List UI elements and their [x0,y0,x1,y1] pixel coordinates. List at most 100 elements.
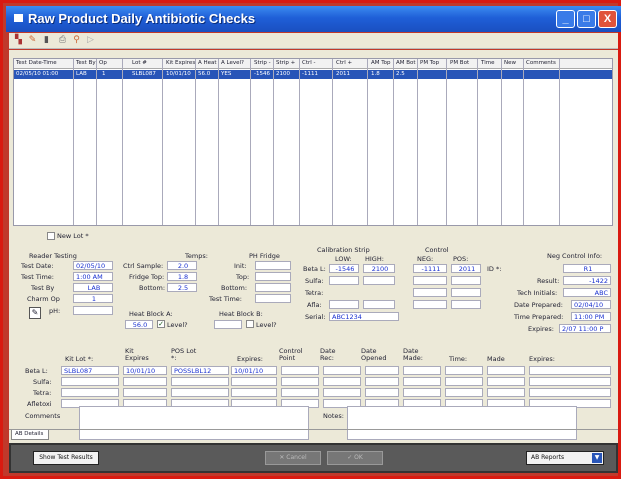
lot-cell[interactable] [403,366,441,375]
ph-test-time-field[interactable] [255,294,291,303]
col-header[interactable]: AM Top [371,60,391,66]
afla-high-field[interactable] [363,300,395,309]
test-time-field[interactable]: 1:00 AM [73,272,113,281]
lot-cell[interactable] [61,388,119,397]
expires-field[interactable]: 2/07 11:00 P [559,324,611,333]
lot-cell[interactable] [171,388,229,397]
col-header[interactable]: Lot # [132,60,147,66]
fridge-top-field[interactable]: 1.8 [167,272,197,281]
tab-ab-details[interactable]: AB Details [11,430,49,440]
lot-cell[interactable] [529,388,611,397]
low-field[interactable]: -1546 [329,264,359,273]
show-test-results-button[interactable]: Show Test Results [33,451,99,465]
beta-kit-expires-field[interactable]: 10/01/10 [123,366,167,375]
lot-cell[interactable] [403,388,441,397]
col-header[interactable]: Kit Expires [166,60,195,66]
lot-cell[interactable] [445,388,483,397]
ok-button[interactable]: ✓ OK [327,451,383,465]
afla-low-field[interactable] [329,300,359,309]
test-by-field[interactable]: LAB [73,283,113,292]
play-icon[interactable]: ▷ [85,35,96,46]
print-icon[interactable]: ⎙ [57,35,68,46]
close-button[interactable]: X [598,10,617,28]
heat-block-b-field[interactable] [214,320,242,329]
col-header[interactable]: A Level? [221,60,244,66]
new-record-icon[interactable]: ▚ [13,35,24,46]
lot-cell[interactable] [365,366,399,375]
cancel-button[interactable]: ✕ Cancel [265,451,321,465]
ph-bottom-field[interactable] [255,283,291,292]
lot-cell[interactable] [529,377,611,386]
col-header[interactable]: Test By [76,60,96,66]
lot-cell[interactable] [61,377,119,386]
col-header[interactable]: Strip - [254,60,271,66]
lot-cell[interactable] [231,388,277,397]
lot-cell[interactable] [323,366,361,375]
col-header[interactable]: AM Bot [396,60,416,66]
lot-cell[interactable] [445,377,483,386]
col-header[interactable]: Strip + [276,60,295,66]
pos-field[interactable]: 2011 [451,264,481,273]
charm-op-field[interactable]: 1 [73,294,113,303]
maximize-button[interactable]: □ [577,10,596,28]
beta-kit-lot-field[interactable]: SLBL087 [61,366,119,375]
delete-icon[interactable]: ▮ [41,35,52,46]
col-header[interactable]: A Heat [198,60,217,66]
chevron-down-icon[interactable]: ▼ [592,453,602,463]
tech-initials-field[interactable]: ABC [563,288,611,297]
afla-neg-field[interactable] [413,300,447,309]
lot-cell[interactable] [487,388,525,397]
lot-cell[interactable] [281,388,319,397]
lot-cell[interactable] [231,377,277,386]
lot-cell[interactable] [529,366,611,375]
col-header[interactable]: Comments [526,60,556,66]
lot-cell[interactable] [487,366,525,375]
lot-cell[interactable] [445,366,483,375]
lot-cell[interactable] [365,388,399,397]
col-header[interactable]: PM Top [420,60,439,66]
col-header[interactable]: Test Date-Time [16,60,57,66]
tetra-pos-field[interactable] [451,288,481,297]
sulfa-neg-field[interactable] [413,276,447,285]
col-header[interactable]: Time [481,60,494,66]
time-prepared-field[interactable]: 11:00 PM [571,312,611,321]
results-grid[interactable]: Test Date-Time Test By Op Lot # Kit Expi… [13,58,613,226]
lot-cell[interactable] [403,377,441,386]
lot-cell[interactable] [123,377,167,386]
serial-field[interactable]: ABC1234 [329,312,399,321]
tetra-neg-field[interactable] [413,288,447,297]
lot-cell[interactable] [323,377,361,386]
init-field[interactable] [255,261,291,270]
sulfa-high-field[interactable] [363,276,395,285]
date-prepared-field[interactable]: 02/04/10 [571,300,611,309]
dropper-icon[interactable]: ✎ [29,307,41,319]
high-field[interactable]: 2100 [363,264,395,273]
sulfa-low-field[interactable] [329,276,359,285]
lot-cell[interactable] [487,377,525,386]
sulfa-pos-field[interactable] [451,276,481,285]
test-date-field[interactable]: 02/05/10 [73,261,113,270]
top-field[interactable] [255,272,291,281]
beta-expires-field[interactable]: 10/01/10 [231,366,277,375]
lot-cell[interactable] [123,388,167,397]
minimize-button[interactable]: _ [556,10,575,28]
col-header[interactable]: New [504,60,516,66]
col-header[interactable]: PM Bot [450,60,469,66]
col-header[interactable]: Ctrl + [336,60,352,66]
col-header[interactable]: Op [99,60,107,66]
ctrl-sample-field[interactable]: 2.0 [167,261,197,270]
heat-block-a-field[interactable]: 56.0 [125,320,153,329]
new-lot-checkbox[interactable] [47,232,55,240]
lot-cell[interactable] [281,377,319,386]
bottom-field[interactable]: 2.5 [167,283,197,292]
afla-pos-field[interactable] [451,300,481,309]
level-a-checkbox[interactable]: ✓ [157,320,165,328]
edit-icon[interactable]: ✎ [27,35,38,46]
ph-field[interactable] [73,306,113,315]
r1-field[interactable]: R1 [563,264,611,273]
lot-cell[interactable] [323,388,361,397]
col-header[interactable]: Ctrl - [302,60,316,66]
neg-field[interactable]: -1111 [413,264,447,273]
level-b-checkbox[interactable] [246,320,254,328]
lot-cell[interactable] [365,377,399,386]
